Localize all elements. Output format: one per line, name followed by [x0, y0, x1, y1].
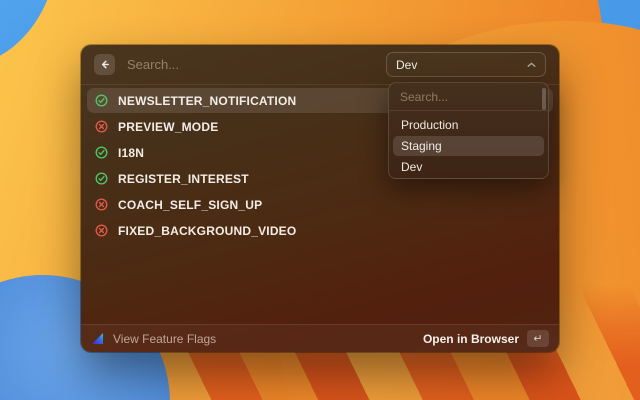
environment-option[interactable]: Production [393, 115, 544, 135]
flag-label: I18N [118, 146, 144, 160]
open-in-browser-button[interactable]: Open in Browser ↵ [423, 330, 549, 347]
back-button[interactable] [94, 54, 115, 75]
search-input[interactable]: Search... [127, 57, 386, 72]
flag-disabled-cross-icon [95, 198, 108, 211]
flag-label: FIXED_BACKGROUND_VIDEO [118, 224, 296, 238]
flag-label: COACH_SELF_SIGN_UP [118, 198, 262, 212]
environment-search-input[interactable]: Search... [389, 83, 548, 111]
flag-disabled-cross-icon [95, 120, 108, 133]
desktop: Search... Dev NEWSLETTER_NOTIFICATION PRE… [0, 0, 640, 400]
feature-flag-row[interactable]: FIXED_BACKGROUND_VIDEO [87, 218, 553, 243]
arrow-left-icon [99, 59, 110, 70]
header: Search... Dev [81, 45, 559, 85]
environment-dropdown-menu: Search... ProductionStagingDev [388, 82, 549, 179]
flag-label: PREVIEW_MODE [118, 120, 218, 134]
open-in-browser-label: Open in Browser [423, 332, 519, 346]
feature-flag-row[interactable]: COACH_SELF_SIGN_UP [87, 192, 553, 217]
chevron-up-icon [527, 62, 536, 68]
launcher-window: Search... Dev NEWSLETTER_NOTIFICATION PRE… [81, 45, 559, 352]
extension-logo-icon [91, 332, 104, 345]
flag-enabled-check-icon [95, 146, 108, 159]
dropdown-scrollbar[interactable] [542, 88, 546, 110]
footer: View Feature Flags Open in Browser ↵ [81, 324, 559, 352]
environment-option[interactable]: Staging [393, 136, 544, 156]
environment-select-value: Dev [396, 58, 417, 72]
flag-label: REGISTER_INTEREST [118, 172, 249, 186]
flag-enabled-check-icon [95, 94, 108, 107]
flag-disabled-cross-icon [95, 224, 108, 237]
return-key-icon: ↵ [527, 330, 549, 347]
extension-name-label: View Feature Flags [113, 332, 423, 346]
environment-select-button[interactable]: Dev [386, 52, 546, 77]
flag-enabled-check-icon [95, 172, 108, 185]
environment-option[interactable]: Dev [393, 157, 544, 177]
environment-options: ProductionStagingDev [389, 111, 548, 182]
flag-label: NEWSLETTER_NOTIFICATION [118, 94, 296, 108]
